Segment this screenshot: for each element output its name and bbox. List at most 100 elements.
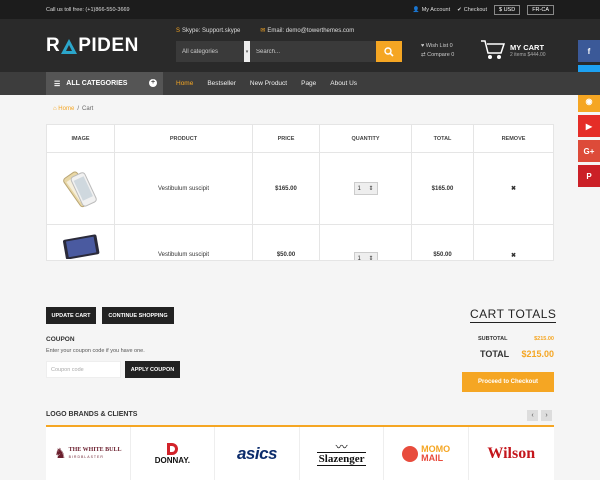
nav-about-us[interactable]: About Us <box>330 80 357 87</box>
stepper-icon: ⇕ <box>368 256 374 261</box>
breadcrumb: ⌂ Home / Cart <box>53 106 93 112</box>
brand-momo-text: MOMO MAIL <box>421 444 450 463</box>
mini-cart[interactable]: MY CART 2 items $444.00 <box>480 39 546 61</box>
cart-text: MY CART 2 items $444.00 <box>510 43 546 58</box>
subtotal-value: $215.00 <box>534 336 554 342</box>
checkout-label: Checkout <box>463 6 487 13</box>
quantity-stepper[interactable]: 1 ⇕ <box>353 252 378 261</box>
quantity-value: 1 <box>357 185 361 192</box>
nav-bestseller[interactable]: Bestseller <box>207 80 236 87</box>
logo-text-left: R <box>46 35 61 56</box>
skype-icon: S <box>176 27 181 34</box>
product-name[interactable]: Vestibulum suscipit <box>115 153 253 224</box>
cart-summary: 2 items $444.00 <box>510 51 546 58</box>
bull-icon: ♞ <box>54 445 67 461</box>
table-header: IMAGE PRODUCT PRICE QUANTITY TOTAL REMOV… <box>47 125 553 153</box>
top-bar-links: 👤 My Account ✔ Checkout $ USD FR-CA <box>413 4 554 15</box>
top-bar: Call us toll free: (+1)866-550-3669 👤 My… <box>0 0 600 19</box>
product-image-phone[interactable] <box>47 153 115 224</box>
language-select[interactable]: FR-CA <box>527 4 554 15</box>
donnay-icon <box>167 443 179 455</box>
coupon-description: Enter your coupon code if you have one. <box>46 348 145 354</box>
phone-image <box>62 170 97 207</box>
product-total: $50.00 <box>412 225 474 260</box>
tablet-image <box>62 234 99 259</box>
chevron-left-icon[interactable]: ‹ <box>527 410 538 421</box>
facebook-icon[interactable]: f <box>578 40 600 62</box>
apply-coupon-button[interactable]: APPLY COUPON <box>125 361 180 378</box>
all-categories-button[interactable]: ☰ ALL CATEGORIES + <box>46 72 163 95</box>
header-price: PRICE <box>253 125 320 152</box>
brand-slazenger-name: Slazenger <box>316 451 367 466</box>
brand-white-bull-text: THE WHITE BULL BIRDBLASTER <box>69 447 122 461</box>
search-category-select[interactable]: All categories ▾ <box>176 41 250 62</box>
header-quantity: QUANTITY <box>320 125 412 152</box>
brand-asics[interactable]: asics <box>215 427 300 480</box>
all-categories-label: ALL CATEGORIES <box>66 80 128 87</box>
email-text: Email: demo@towerthemes.com <box>267 27 355 34</box>
my-account-link[interactable]: 👤 My Account <box>413 7 450 13</box>
total-label: TOTAL <box>480 349 510 359</box>
search-icon <box>384 46 394 57</box>
brand-momo-sub: MAIL <box>421 452 444 463</box>
subtotal-label: SUBTOTAL <box>478 336 508 342</box>
youtube-icon[interactable]: ▶ <box>578 115 600 137</box>
logo-triangle-icon <box>61 38 78 54</box>
total-value: $215.00 <box>521 349 554 359</box>
pinterest-icon[interactable]: P <box>578 165 600 187</box>
nav-new-product[interactable]: New Product <box>250 80 287 87</box>
wishlist-link[interactable]: ♥ Wish List 0 <box>421 42 454 51</box>
breadcrumb-current: Cart <box>81 106 94 112</box>
proceed-to-checkout-button[interactable]: Proceed to Checkout <box>462 372 554 392</box>
social-sidebar: f t ◉ ▶ G+ P <box>578 40 600 190</box>
table-row: Vestibulum suscipit $50.00 1 ⇕ $50.00 ✖ <box>47 225 553 261</box>
user-icon: 👤 <box>412 6 420 13</box>
table-row: Vestibulum suscipit $165.00 1 ⇕ $165.00 … <box>47 153 553 225</box>
cart-totals-title: CART TOTALS <box>470 307 557 323</box>
brand-asics-name: asics <box>236 443 278 463</box>
checkout-link[interactable]: ✔ Checkout <box>457 7 487 13</box>
continue-shopping-button[interactable]: CONTINUE SHOPPING <box>102 307 174 324</box>
remove-icon[interactable]: ✖ <box>474 153 553 224</box>
brand-slazenger[interactable]: 〰 Slazenger <box>300 427 385 480</box>
product-name[interactable]: Vestibulum suscipit <box>115 225 253 260</box>
compare-label: Compare 0 <box>427 52 455 58</box>
brand-white-bull[interactable]: ♞ THE WHITE BULL BIRDBLASTER <box>46 427 131 480</box>
search-button[interactable] <box>376 41 402 62</box>
logo-text-right: PIDEN <box>78 35 139 56</box>
nav-links: Home Bestseller New Product Page About U… <box>176 72 357 95</box>
brand-donnay[interactable]: DONNAY. <box>131 427 216 480</box>
search-input[interactable] <box>250 41 376 62</box>
product-price: $165.00 <box>253 153 320 224</box>
breadcrumb-home[interactable]: ⌂ Home <box>53 106 74 112</box>
brand-white-bull-sub: BIRDBLASTER <box>68 454 104 459</box>
compare-link[interactable]: ⇄ Compare 0 <box>421 51 454 60</box>
chevron-right-icon[interactable]: › <box>541 410 552 421</box>
subtotal-row: SUBTOTAL $215.00 <box>478 336 554 342</box>
googleplus-icon[interactable]: G+ <box>578 140 600 162</box>
breadcrumb-home-label: Home <box>58 106 75 112</box>
brand-momo-mail[interactable]: MOMO MAIL <box>384 427 469 480</box>
my-account-label: My Account <box>421 6 451 13</box>
coupon-input[interactable] <box>46 361 121 378</box>
quantity-cell: 1 ⇕ <box>320 225 412 261</box>
header-remove: REMOVE <box>501 135 526 142</box>
currency-select[interactable]: $ USD <box>493 4 521 15</box>
cart-table: IMAGE PRODUCT PRICE QUANTITY TOTAL REMOV… <box>46 124 554 261</box>
brand-wilson[interactable]: Wilson <box>469 427 554 480</box>
logo[interactable]: R PIDEN <box>46 35 139 57</box>
wishlist-label: Wish List 0 <box>425 43 453 49</box>
product-image-tablet[interactable] <box>47 225 115 260</box>
menu-icon: ☰ <box>54 80 61 88</box>
update-cart-button[interactable]: UPDATE CART <box>46 307 96 324</box>
remove-icon[interactable]: ✖ <box>474 225 553 260</box>
quantity-cell: 1 ⇕ <box>320 153 412 224</box>
cart-title: MY CART <box>510 42 545 52</box>
breadcrumb-separator: / <box>77 106 79 112</box>
quantity-stepper[interactable]: 1 ⇕ <box>353 182 378 195</box>
nav-home[interactable]: Home <box>176 80 193 87</box>
brand-wilson-name: Wilson <box>487 444 536 462</box>
quantity-value: 1 <box>357 255 361 261</box>
cart-icon <box>481 40 506 59</box>
nav-page[interactable]: Page <box>301 80 316 87</box>
